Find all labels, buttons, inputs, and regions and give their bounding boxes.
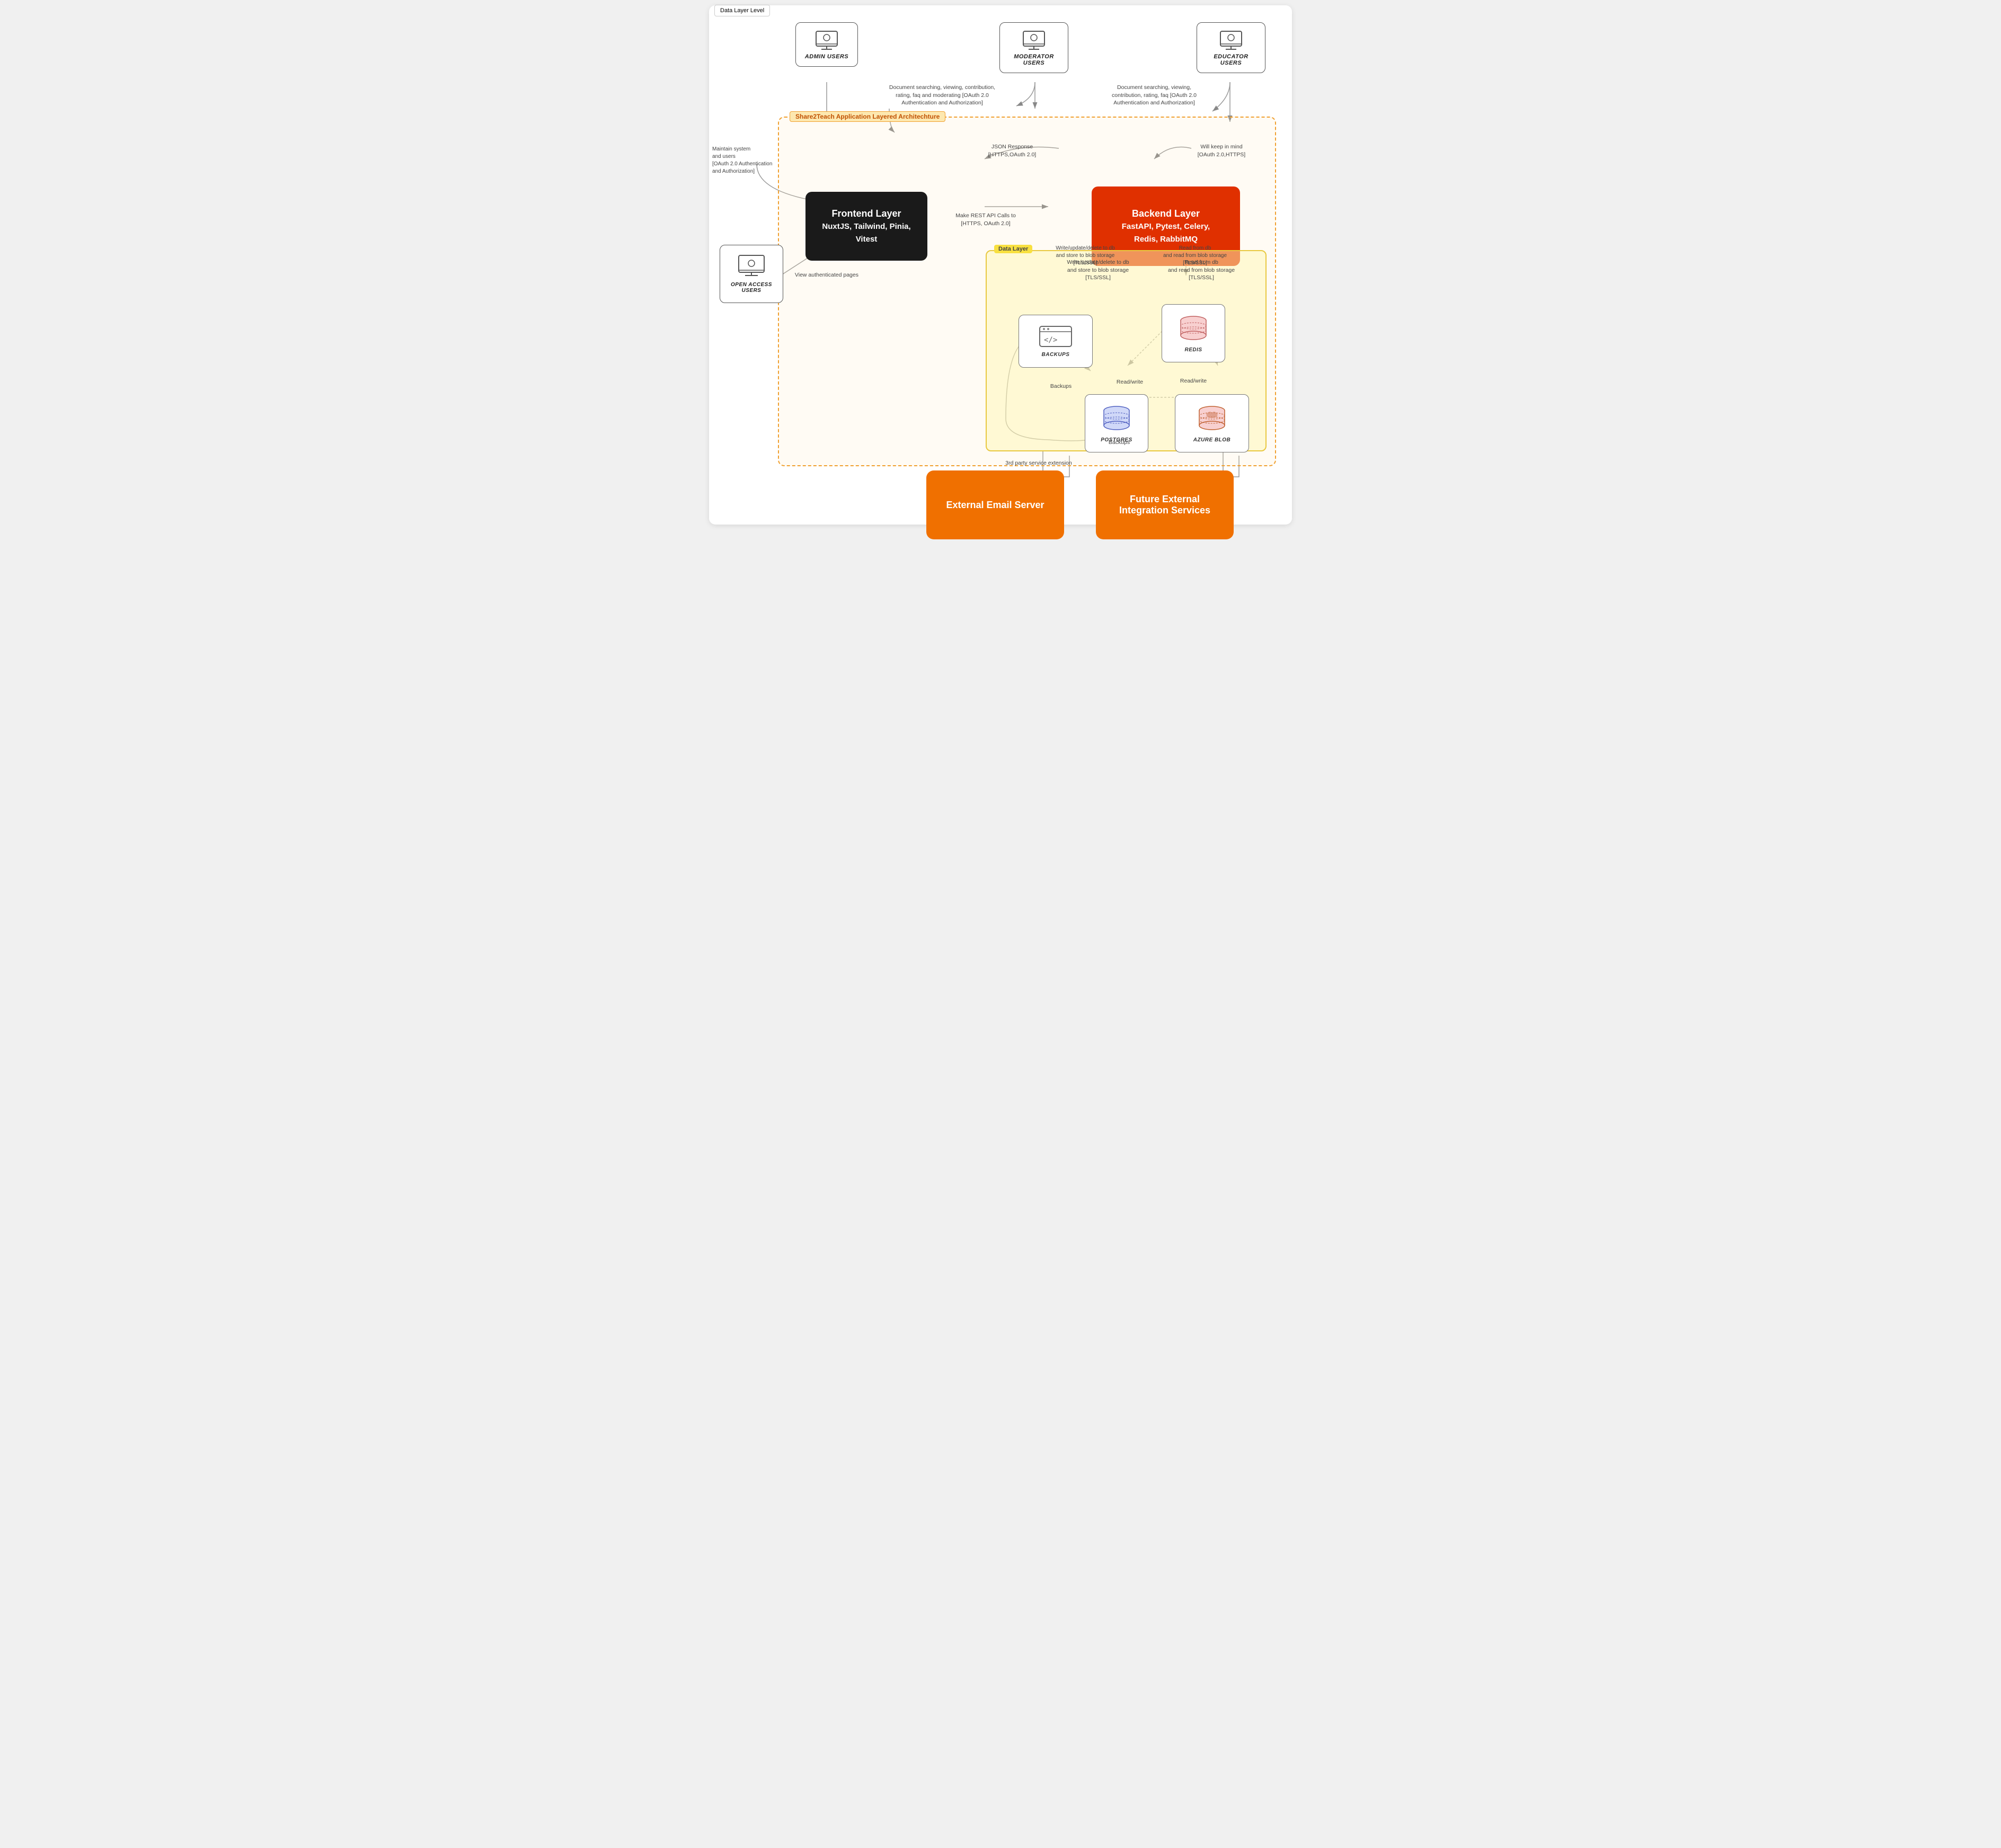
educator-users-box: EDUCATOR USERS (1197, 22, 1265, 73)
admin-desc-annotation: Document searching, viewing, contributio… (884, 84, 1001, 107)
frontend-layer-box: Frontend Layer NuxtJS, Tailwind, Pinia, … (805, 192, 927, 261)
maintain-annotation: Maintain systemand users[OAuth 2.0 Authe… (712, 146, 775, 175)
admin-users-box: ADMIN USERS (795, 22, 858, 67)
azure-blob-box: AZURE BLOB (1175, 394, 1249, 452)
external-email-label: External Email Server (946, 500, 1044, 511)
moderator-users-box: MODERATOR USERS (999, 22, 1068, 73)
badge-label: Data Layer Level (714, 5, 770, 16)
data-layer-container: Data Layer Write/update/delete to dband … (986, 250, 1267, 451)
future-integration-box: Future External Integration Services (1096, 470, 1234, 539)
open-access-label: OPEN ACCESS USERS (728, 282, 775, 294)
rest-api-annotation: Make REST API Calls to[HTTPS, OAuth 2.0] (943, 212, 1028, 227)
educator-user-icon (1218, 29, 1244, 50)
write-update-outer: Write/update/delete to dband store to bl… (1043, 245, 1128, 267)
data-layer-label: Data Layer (994, 245, 1032, 253)
redis-db-icon (1177, 314, 1209, 344)
frontend-title: Frontend Layer NuxtJS, Tailwind, Pinia, … (818, 208, 915, 245)
educator-desc-annotation: Document searching, viewing, contributio… (1101, 84, 1207, 107)
azure-blob-db-icon (1196, 404, 1228, 434)
postgres-db-icon (1101, 404, 1132, 434)
admin-user-icon (814, 29, 839, 50)
redis-box: REDIS (1162, 304, 1225, 362)
moderator-label: MODERATOR USERS (1008, 54, 1059, 66)
future-integration-label: Future External Integration Services (1106, 494, 1223, 516)
third-party-annotation: 3rd party service extension (954, 459, 1123, 467)
share2teach-container: Share2Teach Application Layered Architec… (778, 117, 1276, 466)
backups-label: BACKUPS (1042, 352, 1070, 358)
json-response-annotation: JSON Response[HTTPS,OAuth 2.0] (970, 143, 1055, 158)
readwrite2-label: Read/write (1172, 377, 1215, 385)
backend-title: Backend Layer FastAPI, Pytest, Celery, R… (1122, 208, 1210, 245)
share2teach-label: Share2Teach Application Layered Architec… (790, 111, 945, 122)
admin-label: ADMIN USERS (805, 54, 849, 60)
backups-icon: </> (1039, 325, 1073, 349)
redis-label: REDIS (1184, 347, 1202, 353)
open-access-box: OPEN ACCESS USERS (720, 245, 783, 303)
moderator-user-icon (1021, 29, 1047, 50)
readwrite1-label: Read/write (1109, 378, 1151, 386)
svg-text:</>: </> (1044, 336, 1057, 344)
diagram-wrapper: Data Layer Level (709, 5, 1292, 525)
will-keep-annotation: Will keep in mind[OAuth 2.0,HTTPS] (1182, 143, 1261, 158)
open-access-icon (738, 254, 765, 278)
azure-blob-label: AZURE BLOB (1193, 437, 1231, 443)
backups-arrow-label: Backups (1040, 383, 1082, 390)
view-auth-annotation: View authenticated pages (774, 271, 858, 279)
backups-box: </> BACKUPS (1019, 315, 1093, 368)
external-email-box: External Email Server (926, 470, 1064, 539)
backups-bottom-label: Backups (1093, 439, 1146, 447)
educator-label: EDUCATOR USERS (1206, 54, 1256, 66)
read-from-outer: Read from dband read from blob storage[T… (1150, 245, 1240, 267)
